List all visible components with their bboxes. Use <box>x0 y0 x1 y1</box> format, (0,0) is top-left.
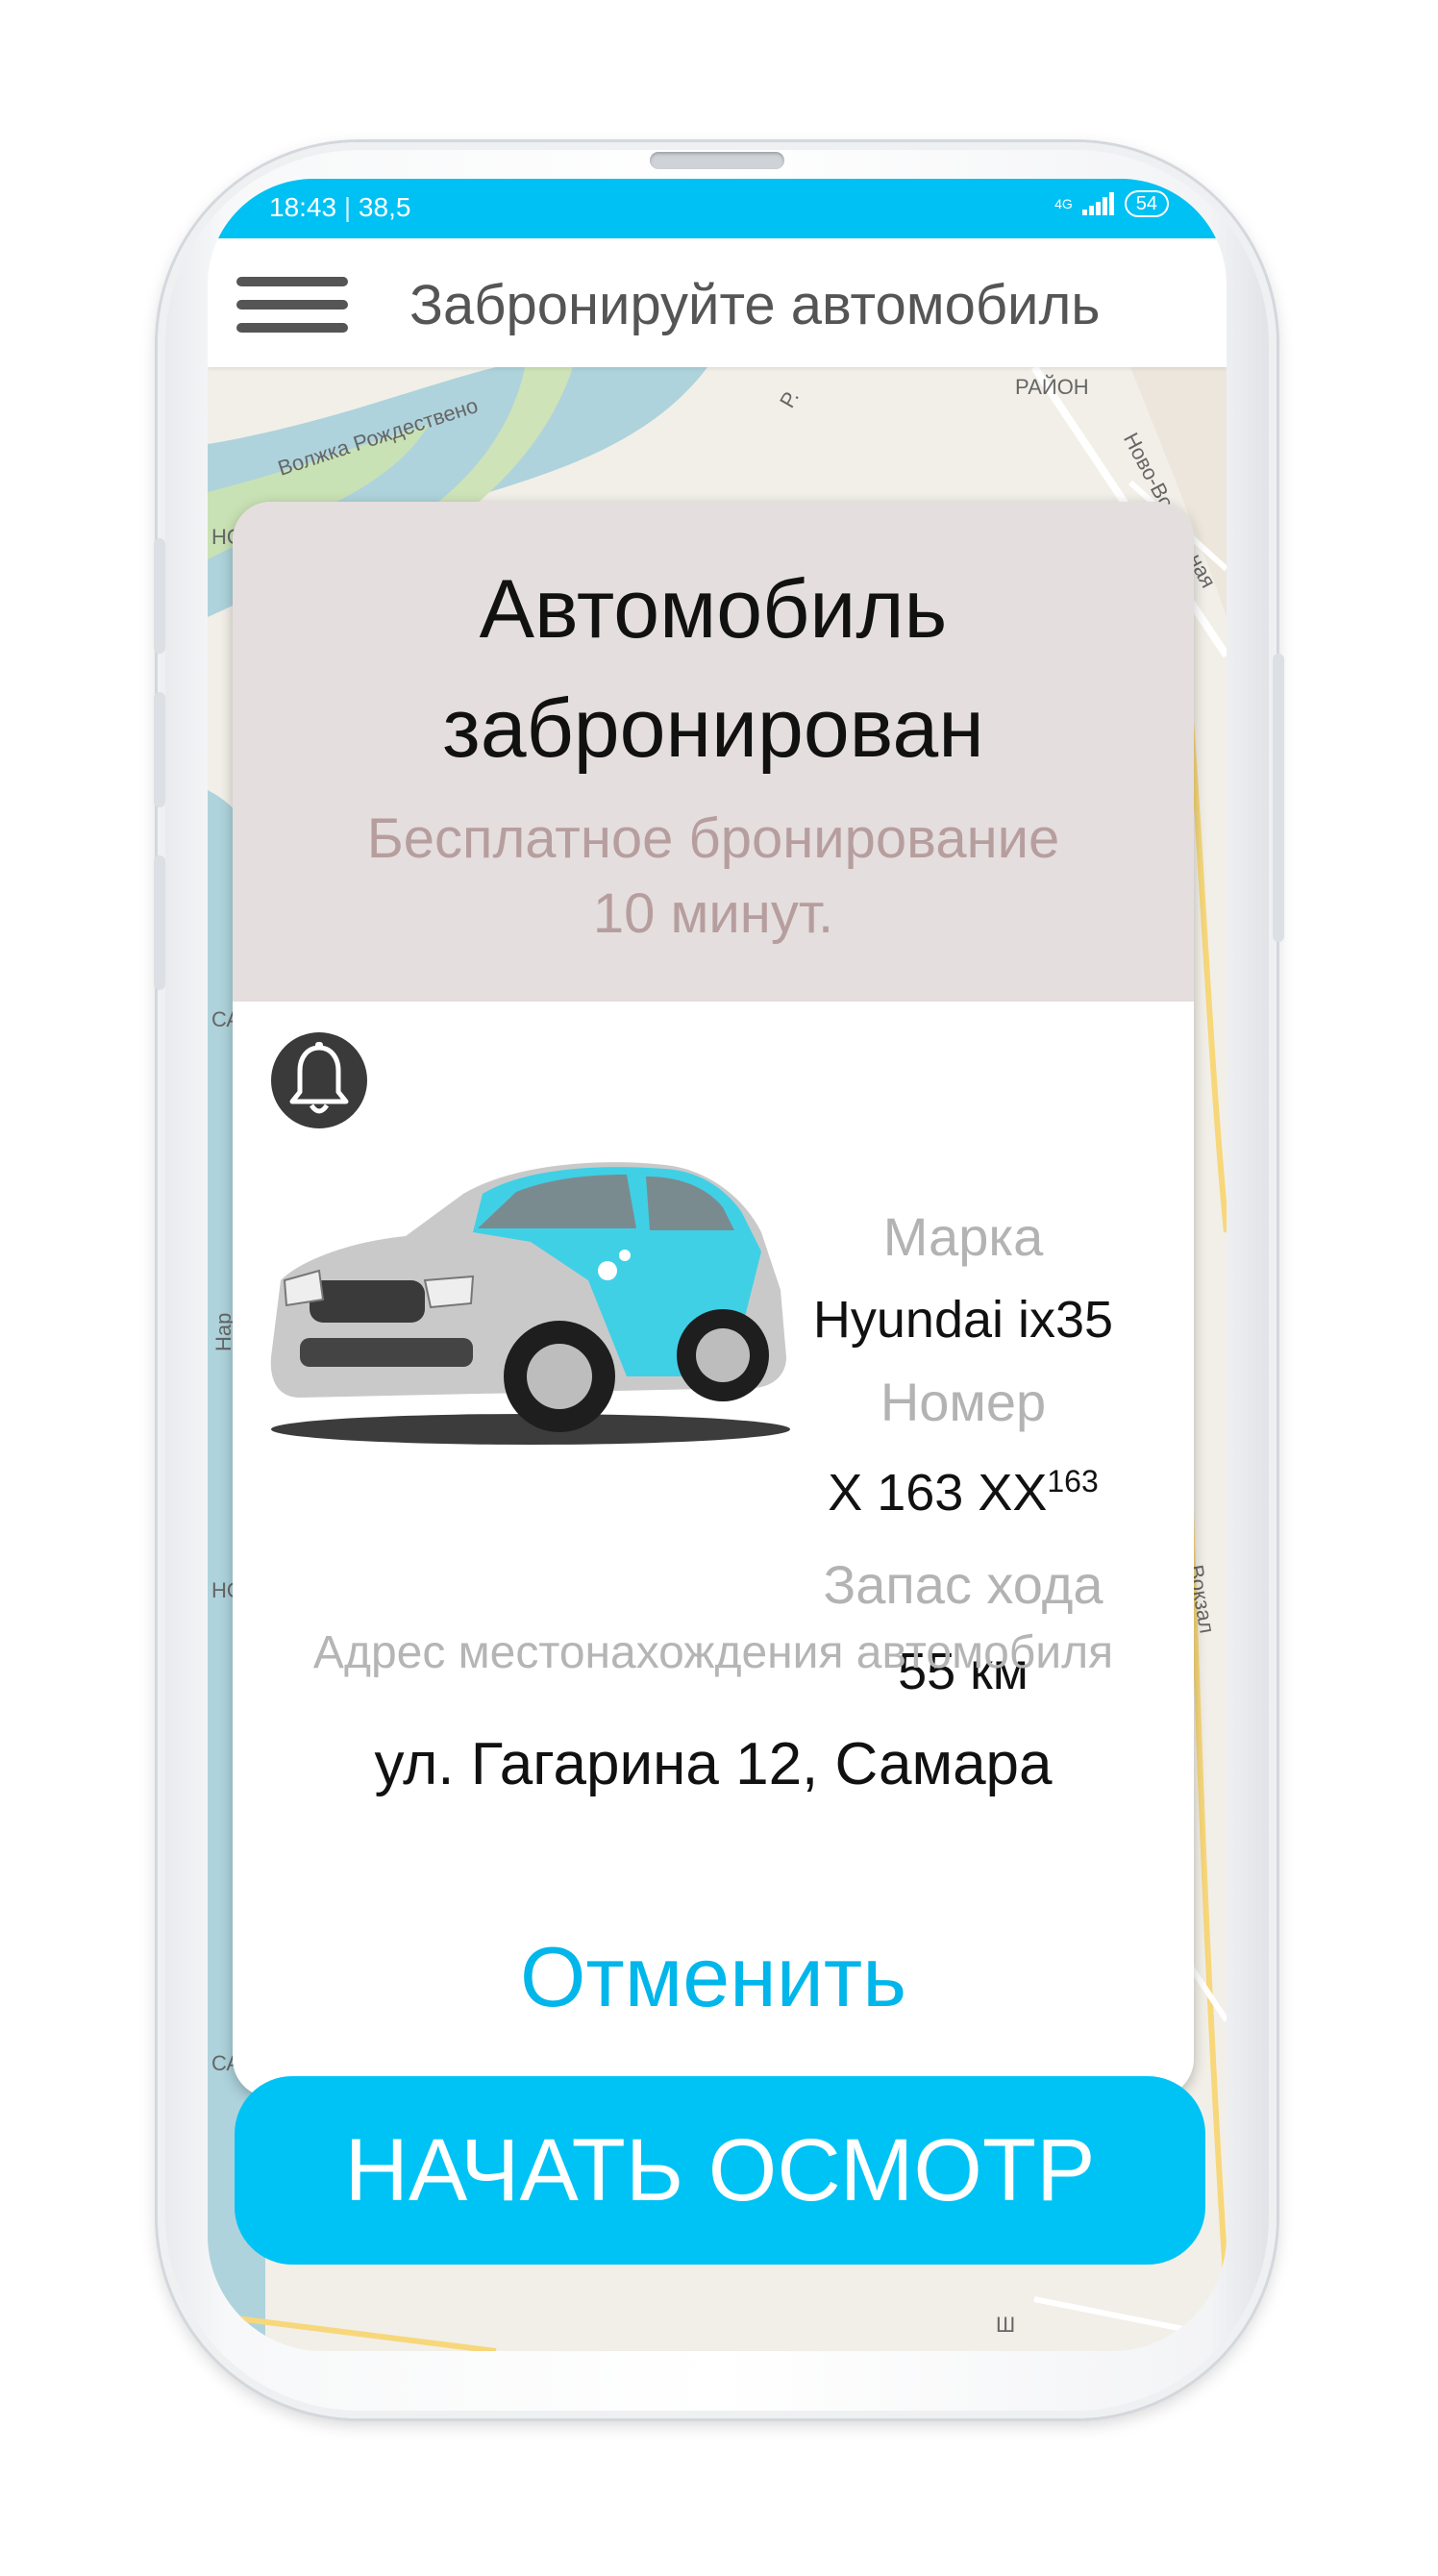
app-bar: Забронируйте автомобиль <box>208 238 1227 367</box>
network-type: 4G <box>1054 196 1073 211</box>
phone-screen: РАЙОН Ново-Вокзальная Волжка Рождествено… <box>208 179 1227 2351</box>
app-title: Забронируйте автомобиль <box>409 274 1101 336</box>
bell-icon[interactable] <box>271 1032 367 1128</box>
booking-title-line2: забронирован <box>442 682 984 775</box>
battery-icon: 54 <box>1124 190 1169 217</box>
side-button-power-right <box>1273 654 1284 942</box>
status-speed: 38,5 <box>358 192 411 222</box>
plate-value-block: Х 163 ХХ163 <box>752 1463 1175 1523</box>
status-separator: | <box>343 192 359 222</box>
status-time: 18:43 <box>269 192 337 222</box>
address-label: Адрес местонахождения автомобиля <box>312 1627 1114 1678</box>
cancel-button[interactable]: Отменить <box>233 1928 1194 2026</box>
status-bar: 18:43 | 38,5 4G 54 <box>208 179 1227 238</box>
side-button-volume-up <box>154 538 165 654</box>
booking-subtitle: Бесплатное бронирование 10 минут. <box>233 802 1194 952</box>
earpiece-speaker <box>650 152 784 169</box>
plate-value: Х 163 ХХ <box>828 1464 1048 1522</box>
signal-icon <box>1081 192 1114 215</box>
start-inspection-button[interactable]: НАЧАТЬ ОСМОТР <box>235 2076 1205 2265</box>
range-label: Запас хода <box>823 1554 1103 1615</box>
brand-label: Марка <box>882 1206 1044 1267</box>
map-label-district: РАЙОН <box>1015 375 1089 399</box>
map-label-bottom: Ш <box>996 2313 1016 2337</box>
booking-subtitle-line1: Бесплатное бронирование <box>366 807 1060 870</box>
address-value: ул. Гагарина 12, Самара <box>374 1731 1053 1797</box>
brand-value: Hyundai ix35 <box>812 1291 1114 1349</box>
battery-level: 54 <box>1135 193 1157 214</box>
booking-card: Автомобиль забронирован Бесплатное брони… <box>233 502 1194 2097</box>
plate-region: 163 <box>1047 1464 1099 1499</box>
plate-label: Номер <box>880 1372 1047 1432</box>
booking-title-line1: Автомобиль <box>479 563 948 656</box>
side-button-volume-down <box>154 692 165 807</box>
status-icons: 4G 54 <box>1054 190 1169 217</box>
car-image <box>270 1162 790 1445</box>
side-button-power-left <box>154 855 165 990</box>
status-time-block: 18:43 | 38,5 <box>269 192 410 223</box>
booking-title: Автомобиль забронирован <box>233 550 1194 788</box>
menu-icon[interactable] <box>236 277 348 334</box>
booking-header: Автомобиль забронирован Бесплатное брони… <box>233 502 1194 1002</box>
booking-subtitle-line2: 10 минут. <box>592 882 834 945</box>
